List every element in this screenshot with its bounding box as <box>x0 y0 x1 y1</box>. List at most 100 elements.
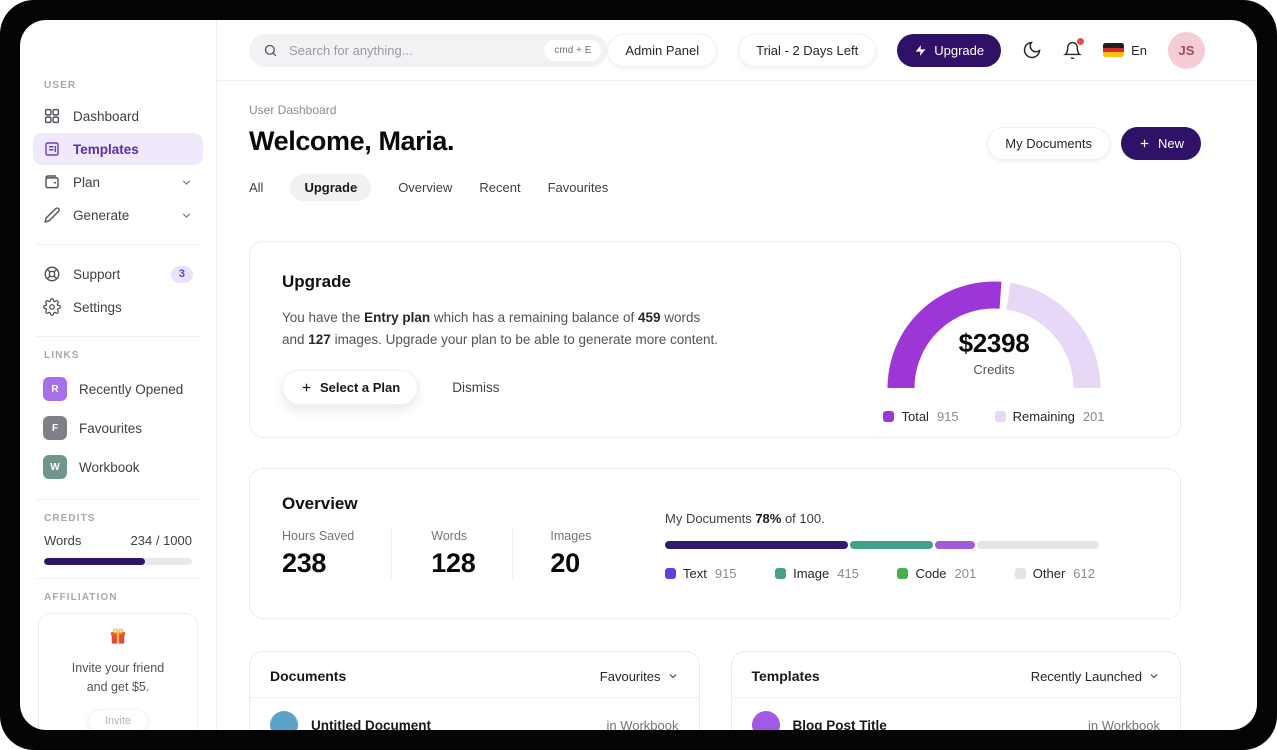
legend-name: Code <box>915 566 947 581</box>
stat-words: Words 128 <box>391 529 512 579</box>
documents-stacked-bar <box>665 541 1099 549</box>
legend-swatch <box>994 411 1006 422</box>
chevron-down-icon <box>180 209 193 222</box>
affiliation-text: Invite your friend and get $5. <box>47 659 189 697</box>
tab-recent[interactable]: Recent <box>479 180 520 195</box>
template-avatar <box>751 711 780 730</box>
new-button-label: New <box>1157 136 1184 151</box>
sidebar-item-label: Plan <box>73 174 101 190</box>
sidebar-item-label: Dashboard <box>73 108 140 124</box>
sidebar-divider <box>36 499 200 500</box>
device-frame: USER Dashboard Templates Plan Generate S… <box>0 0 1277 750</box>
plan-name: Entry plan <box>364 310 431 325</box>
body-text: images. Upgrade your plan to be able to … <box>330 331 719 347</box>
notifications-button[interactable] <box>1063 37 1085 60</box>
sidebar-item-dashboard[interactable]: Dashboard <box>33 100 203 132</box>
body-text: which has a remaining balance of <box>430 310 638 325</box>
sidebar-item-support[interactable]: Support 3 <box>33 258 203 290</box>
gauge-legend-item: Total 915 <box>883 409 959 424</box>
list-item[interactable]: Blog Post Title in Workbook <box>732 698 1181 730</box>
bar-segment-text <box>665 541 848 549</box>
document-title: Untitled Document <box>311 717 431 731</box>
credits-gauge: $2398 Credits Total 915 Remaining 201 <box>868 268 1120 424</box>
templates-panel: Templates Recently Launched Blog Post Ti… <box>730 651 1181 730</box>
affiliation-text-line1: Invite your friend <box>71 661 165 675</box>
plus-icon <box>300 381 313 394</box>
tab-overview[interactable]: Overview <box>398 180 452 195</box>
tab-all[interactable]: All <box>249 180 263 195</box>
credits-metric-label: Words <box>44 533 82 548</box>
documents-panel: Documents Favourites Untitled Document i… <box>249 651 700 730</box>
sidebar-link-recently-opened[interactable]: R Recently Opened <box>33 370 203 408</box>
bar-segment-code <box>934 541 975 549</box>
filter-label: Recently Launched <box>1030 668 1142 684</box>
sidebar-item-templates[interactable]: Templates <box>33 133 203 165</box>
breadcrumb: User Dashboard <box>249 103 337 117</box>
tab-favourites[interactable]: Favourites <box>548 180 609 195</box>
affiliation-text-line2: and get $5. <box>86 679 150 694</box>
legend-value: 201 <box>1082 409 1105 424</box>
header-actions: My Documents New <box>987 127 1201 160</box>
new-button[interactable]: New <box>1120 127 1201 160</box>
bar-legend-item: Text 915 <box>665 566 737 581</box>
list-item[interactable]: Untitled Document in Workbook <box>250 698 699 730</box>
my-documents-button[interactable]: My Documents <box>987 127 1110 160</box>
sidebar-item-settings[interactable]: Settings <box>33 291 203 323</box>
sidebar: USER Dashboard Templates Plan Generate S… <box>20 20 217 730</box>
moon-icon <box>1022 40 1042 60</box>
dark-mode-toggle[interactable] <box>1022 40 1042 60</box>
tab-upgrade[interactable]: Upgrade <box>290 174 372 201</box>
topbar: cmd + E Admin Panel Trial - 2 Days Left … <box>217 20 1257 81</box>
invite-button[interactable]: Invite <box>87 708 149 730</box>
legend-value: 915 <box>714 566 737 581</box>
panel-title: Templates <box>751 668 820 684</box>
bar-segment-other <box>976 541 1099 549</box>
stat-hours-saved: Hours Saved 238 <box>282 529 391 579</box>
sidebar-divider <box>36 578 200 579</box>
tab-bar: All Upgrade Overview Recent Favourites <box>249 174 1257 201</box>
panel-header: Templates Recently Launched <box>731 652 1180 698</box>
legend-value: 201 <box>954 566 977 581</box>
sidebar-item-plan[interactable]: Plan <box>33 166 203 198</box>
panel-header: Documents Favourites <box>250 652 699 698</box>
search-bar[interactable]: cmd + E <box>249 33 608 67</box>
template-location: in Workbook <box>1087 717 1160 731</box>
sidebar-link-favourites[interactable]: F Favourites <box>33 409 203 447</box>
stat-label: Images <box>550 529 592 543</box>
templates-filter-dropdown[interactable]: Recently Launched <box>1031 669 1160 684</box>
life-buoy-icon <box>43 265 61 283</box>
documents-filter-dropdown[interactable]: Favourites <box>600 669 679 684</box>
sidebar-item-label: Recently Opened <box>79 381 184 397</box>
dashboard-grid-icon <box>43 107 61 125</box>
language-selector[interactable]: En <box>1103 43 1147 58</box>
user-avatar[interactable]: JS <box>1168 31 1205 69</box>
credits-section-label: CREDITS <box>44 513 96 524</box>
upgrade-card-body: You have the Entry plan which has a rema… <box>282 307 720 351</box>
legend-name: Text <box>683 566 707 581</box>
sidebar-divider <box>36 244 200 245</box>
gauge-legend-item: Remaining 201 <box>994 409 1105 424</box>
document-avatar <box>270 711 298 730</box>
language-label: En <box>1131 42 1147 58</box>
upgrade-button[interactable]: Upgrade <box>897 33 1002 67</box>
search-input[interactable] <box>287 41 536 59</box>
select-plan-button[interactable]: Select a Plan <box>282 369 419 405</box>
dismiss-button[interactable]: Dismiss <box>446 379 505 396</box>
documents-percent: 78% <box>755 511 782 526</box>
admin-panel-button[interactable]: Admin Panel <box>607 33 718 67</box>
credits-gauge-legend: Total 915 Remaining 201 <box>868 409 1120 424</box>
images-balance: 127 <box>308 331 331 347</box>
caption-text: of 100. <box>781 511 825 526</box>
documents-progress-caption: My Documents 78% of 100. <box>665 511 1099 526</box>
bar-legend-item: Other 612 <box>1014 566 1095 581</box>
legend-name: Image <box>793 566 830 581</box>
trial-status-button[interactable]: Trial - 2 Days Left <box>738 33 877 67</box>
stat-images: Images 20 <box>512 529 591 579</box>
sidebar-item-generate[interactable]: Generate <box>33 199 203 231</box>
legend-swatch <box>897 568 909 579</box>
chevron-down-icon <box>667 670 679 682</box>
legend-value: 415 <box>837 566 859 581</box>
chevron-down-icon <box>1148 670 1160 682</box>
legend-value: 915 <box>936 409 959 424</box>
sidebar-link-workbook[interactable]: W Workbook <box>33 448 203 486</box>
